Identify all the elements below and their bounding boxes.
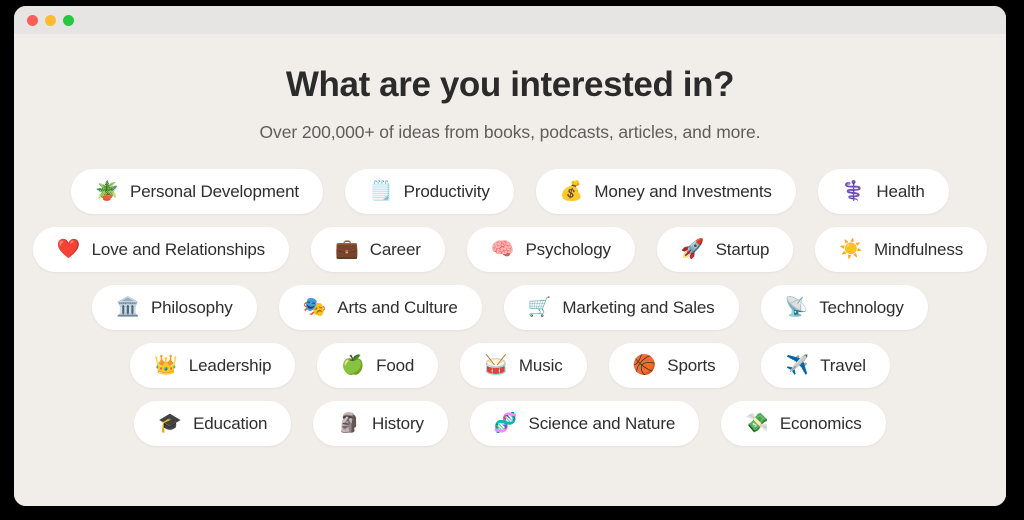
interest-chip-leadership[interactable]: 👑 Leadership [130,343,296,388]
interest-chip-label: Productivity [403,181,490,201]
interest-chip-education[interactable]: 🎓 Education [134,401,292,446]
green-apple-icon: 🍏 [341,354,366,376]
window-titlebar [14,6,1006,34]
medical-symbol-icon: ⚕️ [841,180,866,202]
interest-chip-label: Food [376,355,415,375]
rocket-icon: 🚀 [680,238,705,260]
interest-chip-label: Philosophy [150,297,233,317]
shopping-cart-icon: 🛒 [527,296,552,318]
interest-chip-grid: 🪴 Personal Development 🗒️ Productivity 💰 Mone… [14,169,1006,446]
interest-chip-label: Economics [779,413,862,433]
graduation-cap-icon: 🎓 [158,412,183,434]
drum-icon: 🥁 [484,354,508,376]
interest-chip-row: 🎓 Education 🗿 History 🧬 Science and Nature 💸 Ec… [134,401,886,446]
maximize-window-button[interactable] [63,14,74,26]
interest-chip-money-and-investments[interactable]: 💰 Money and Investments [535,169,796,214]
interest-chip-food[interactable]: 🍏 Food [317,343,439,388]
money-bag-icon: 💰 [559,180,584,202]
interest-chip-career[interactable]: 💼 Career [311,227,445,272]
close-window-button[interactable] [27,14,38,26]
interest-chip-sports[interactable]: 🏀 Sports [608,343,740,388]
interest-chip-label: Leadership [188,355,272,375]
interest-chip-label: Technology [819,297,904,317]
interest-chip-music[interactable]: 🥁 Music [460,343,587,388]
interest-chip-label: Personal Development [130,181,299,201]
app-window: What are you interested in? Over 200,000… [14,6,1006,506]
satellite-antenna-icon: 📡 [784,296,809,318]
interest-chip-label: Arts and Culture [337,297,458,317]
interest-chip-label: Education [193,413,268,433]
interest-chip-psychology[interactable]: 🧠 Psychology [466,227,635,272]
interest-chip-philosophy[interactable]: 🏛️ Philosophy [92,285,257,330]
notepad-icon: 🗒️ [368,180,393,202]
interest-chip-label: Startup [715,239,770,259]
minimize-window-button[interactable] [45,14,56,26]
interest-chip-label: Love and Relationships [91,239,266,259]
interest-chip-label: Marketing and Sales [562,297,715,317]
page-title: What are you interested in? [285,65,735,104]
page-subtitle: Over 200,000+ of ideas from books, podca… [259,122,761,142]
potted-plant-icon: 🪴 [95,180,119,202]
moai-icon: 🗿 [337,412,361,434]
crown-icon: 👑 [154,354,178,376]
interest-chip-label: Science and Nature [528,413,676,433]
interest-chip-science-and-nature[interactable]: 🧬 Science and Nature [469,401,700,446]
interest-chip-label: Mindfulness [874,239,964,259]
sun-icon: ☀️ [839,238,863,260]
interest-chip-startup[interactable]: 🚀 Startup [656,227,794,272]
interest-chip-label: Sports [667,355,716,375]
interest-chip-health[interactable]: ⚕️ Health [817,169,949,214]
briefcase-icon: 💼 [335,238,359,260]
interest-chip-label: Health [876,181,925,201]
dna-icon: 🧬 [493,412,518,434]
interest-chip-label: Money and Investments [594,181,772,201]
interest-chip-economics[interactable]: 💸 Economics [721,401,886,446]
interest-chip-productivity[interactable]: 🗒️ Productivity [344,169,514,214]
interest-chip-marketing-and-sales[interactable]: 🛒 Marketing and Sales [503,285,739,330]
performing-arts-masks-icon: 🎭 [302,296,327,318]
interest-chip-row: ❤️ Love and Relationships 💼 Career 🧠 Psycholo… [32,227,988,272]
basketball-icon: 🏀 [632,354,657,376]
interest-chip-history[interactable]: 🗿 History [313,401,448,446]
interest-chip-row: 🪴 Personal Development 🗒️ Productivity 💰 Mone… [71,169,949,214]
interest-chip-love-and-relationships[interactable]: ❤️ Love and Relationships [32,227,290,272]
interest-chip-label: History [372,413,424,433]
interest-chip-label: Psychology [525,239,611,259]
interest-chip-arts-and-culture[interactable]: 🎭 Arts and Culture [278,285,482,330]
brain-icon: 🧠 [490,238,515,260]
interest-chip-mindfulness[interactable]: ☀️ Mindfulness [815,227,988,272]
airplane-icon: ✈️ [785,354,810,376]
interest-chip-row: 👑 Leadership 🍏 Food 🥁 Music 🏀 Sports ✈️ Travel [130,343,890,388]
main-content: What are you interested in? Over 200,000… [14,34,1006,506]
interest-chip-personal-development[interactable]: 🪴 Personal Development [71,169,323,214]
classical-building-icon: 🏛️ [116,296,140,318]
interest-chip-travel[interactable]: ✈️ Travel [761,343,890,388]
red-heart-icon: ❤️ [56,238,81,260]
money-with-wings-icon: 💸 [745,412,769,434]
interest-chip-label: Career [369,239,421,259]
interest-chip-row: 🏛️ Philosophy 🎭 Arts and Culture 🛒 Marketing … [92,285,928,330]
interest-chip-label: Music [518,355,563,375]
interest-chip-technology[interactable]: 📡 Technology [760,285,928,330]
interest-chip-label: Travel [820,355,866,375]
